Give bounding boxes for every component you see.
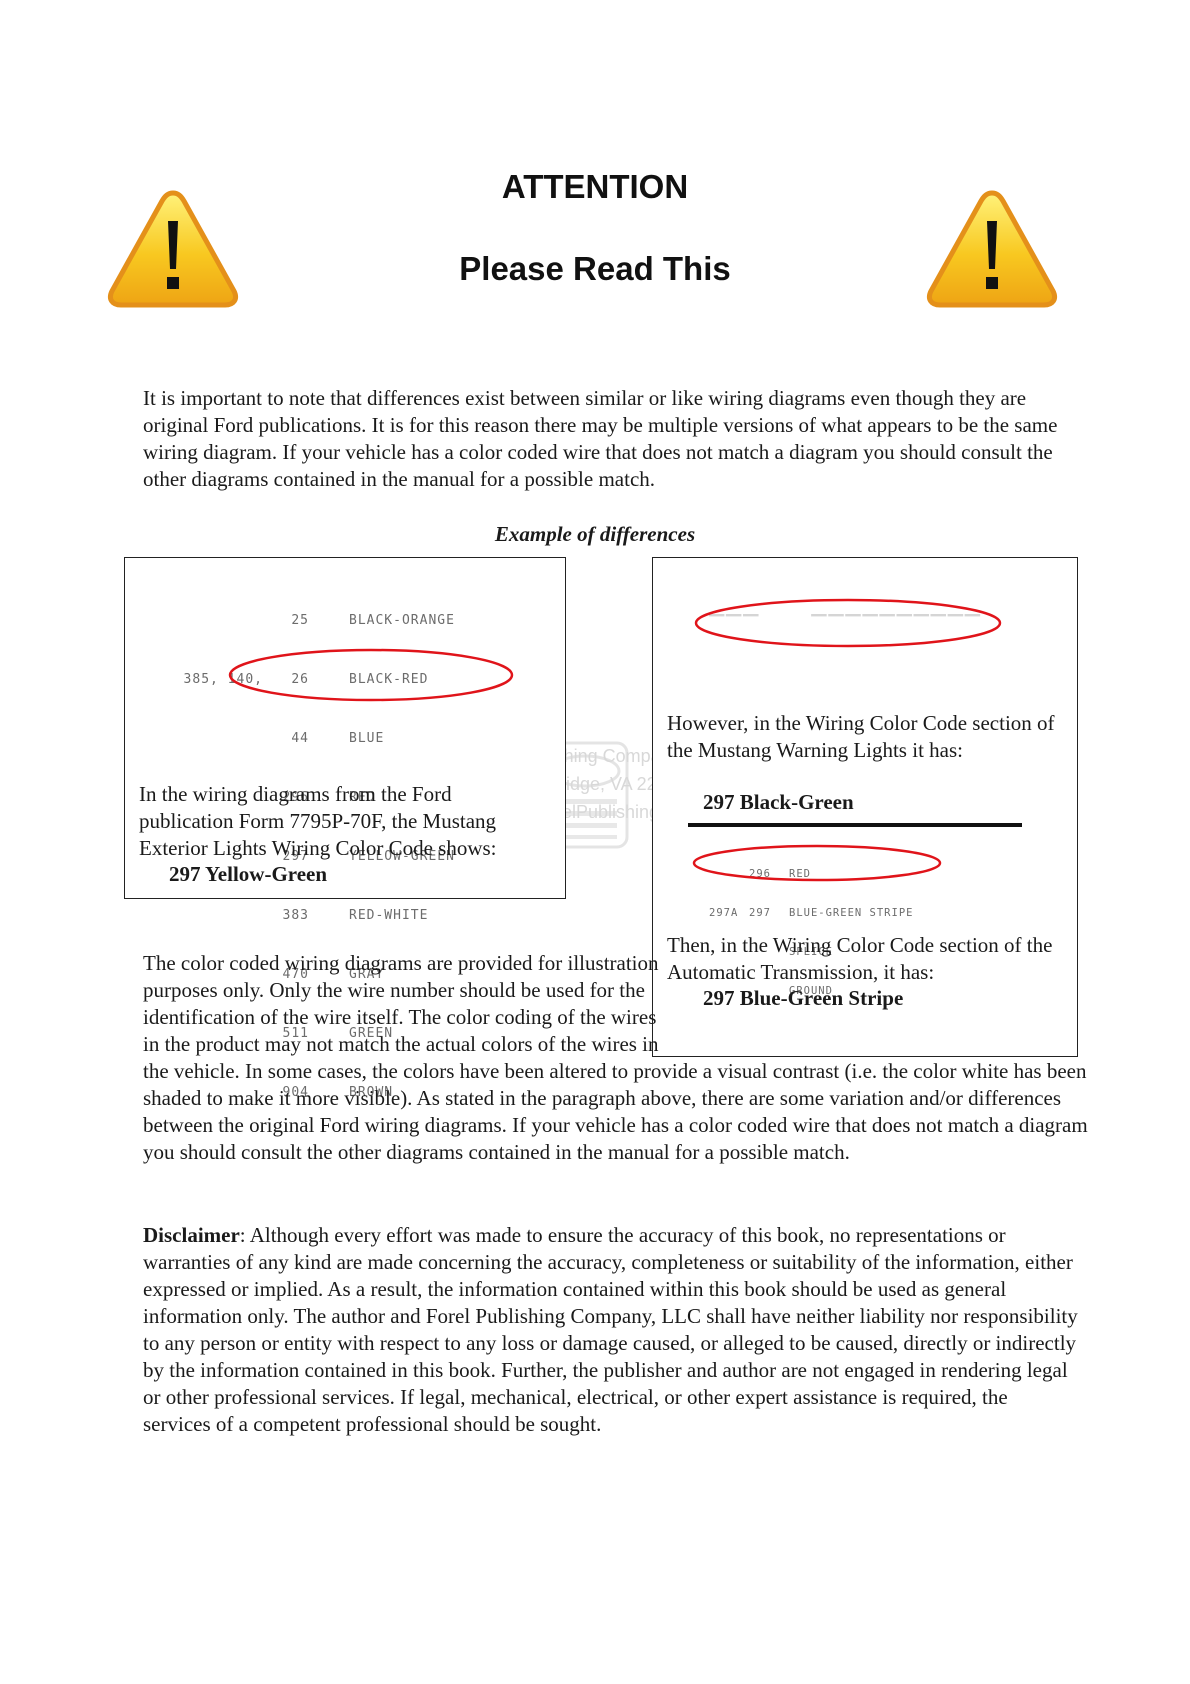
highlight-oval [694, 598, 1002, 648]
page-title: ATTENTION [501, 168, 689, 205]
right-example-code-1: 297 Black-Green [703, 790, 854, 814]
disclaimer-text: : Although every effort was made to ensu… [143, 1223, 1078, 1436]
right-example-caption-1: However, in the Wiring Color Code sectio… [667, 711, 1055, 762]
disclaimer-label: Disclaimer [143, 1223, 240, 1247]
left-example-code: 297 Yellow-Green [169, 862, 328, 886]
highlight-oval [228, 648, 514, 702]
intro-paragraph: It is important to note that differences… [143, 386, 1058, 491]
left-example-caption: In the wiring diagrams from the Ford pub… [139, 782, 497, 860]
body-paragraph-container: The color coded wiring diagrams are prov… [143, 950, 1093, 1166]
highlight-oval [692, 844, 942, 882]
divider [688, 823, 1022, 827]
page-subtitle: Please Read This [459, 250, 731, 287]
left-example-box: 25 BLACK-ORANGE 385, 140, 26 BLACK-RED 44 BL… [124, 557, 566, 1100]
disclaimer-paragraph: Disclaimer: Although every effort was ma… [143, 1222, 1078, 1438]
wrap-spacer [661, 950, 1093, 1058]
example-heading: Example of differences [494, 522, 696, 546]
